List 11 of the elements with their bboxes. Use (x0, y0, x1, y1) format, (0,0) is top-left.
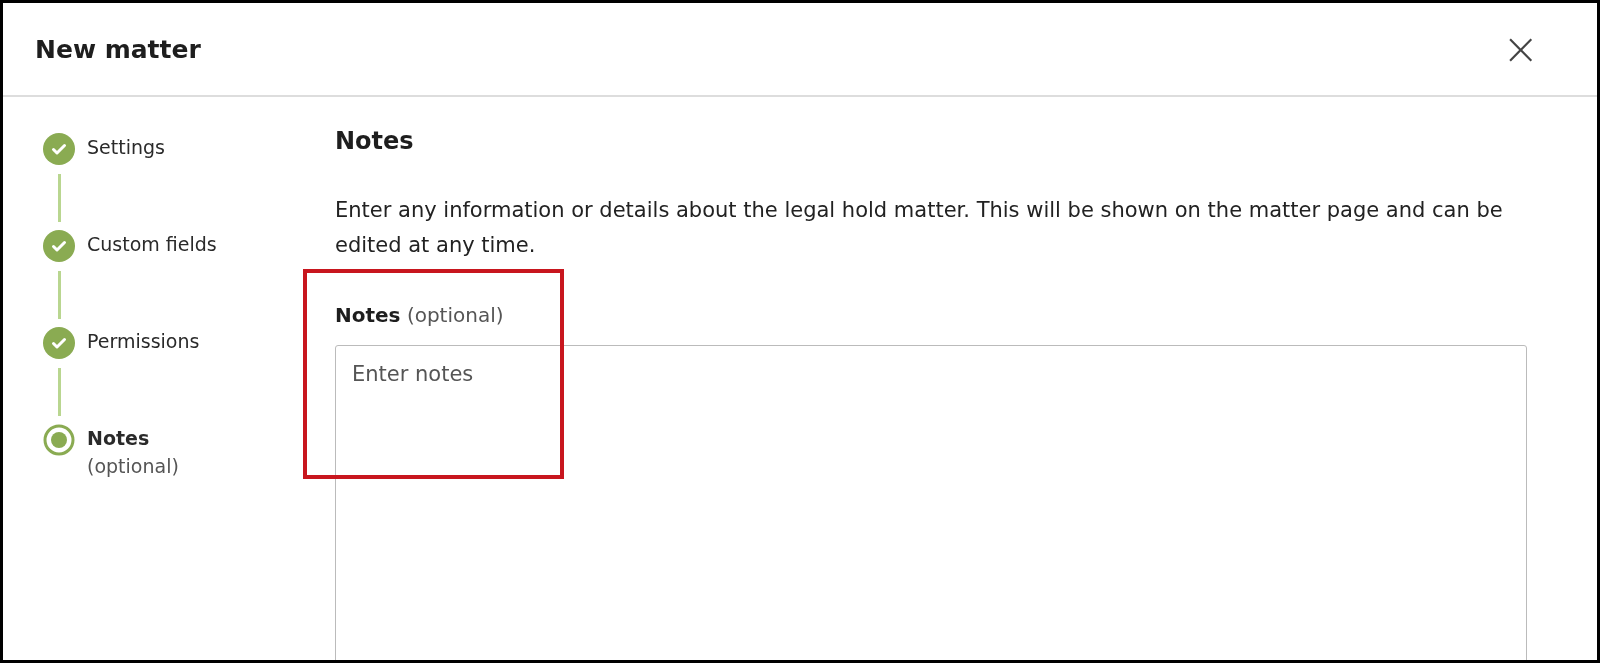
step-label[interactable]: Permissions (87, 330, 200, 352)
field-label: Notes (optional) (335, 303, 505, 327)
step-label[interactable]: Notes (87, 427, 179, 449)
step-label[interactable]: Settings (87, 136, 165, 158)
notes-field[interactable]: Enter notes (335, 345, 1527, 660)
close-button[interactable]: × (1502, 27, 1539, 71)
section-description: Enter any information or details about the legal hold matter. This will be shown on the matter page and can be edited at any time. (335, 197, 1504, 259)
step-label[interactable]: Custom fields (87, 233, 217, 255)
step-hint: (optional) (87, 455, 179, 477)
section-heading: Notes (335, 127, 415, 155)
dialog-title: New matter (35, 34, 201, 64)
